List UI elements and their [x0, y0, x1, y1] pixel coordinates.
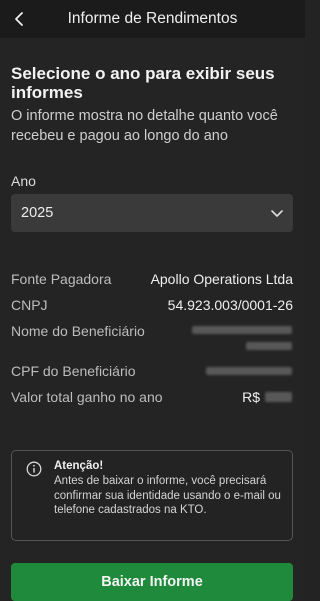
beneficiary-name-redacted-line2 — [246, 342, 292, 350]
total-label: Valor total ganho no ano — [11, 389, 163, 405]
cnpj-value: 54.923.003/0001-26 — [167, 297, 293, 313]
section-description: O informe mostra no detalhe quanto você … — [11, 108, 278, 144]
total-currency: R$ — [242, 389, 260, 405]
cpf-label: CPF do Beneficiário — [11, 363, 136, 379]
chevron-down-icon — [270, 206, 284, 220]
top-bar: Informe de Rendimentos — [0, 0, 305, 38]
page-title: Informe de Rendimentos — [67, 10, 238, 27]
warning-text: Antes de baixar o informe, você precisar… — [54, 475, 281, 516]
section-title: Selecione o ano para exibir seus informe… — [11, 64, 275, 102]
total-value-redacted — [265, 392, 292, 402]
year-select[interactable]: 2025 — [11, 194, 293, 232]
warning-title: Atenção! — [54, 460, 104, 472]
download-report-button[interactable]: Baixar Informe — [11, 563, 293, 601]
payer-label: Fonte Pagadora — [11, 271, 112, 287]
year-label: Ano — [11, 173, 36, 189]
info-icon — [26, 461, 42, 477]
beneficiary-label: Nome do Beneficiário — [11, 323, 145, 339]
main-content: Selecione o ano para exibir seus informe… — [0, 38, 305, 601]
cpf-value-redacted — [206, 367, 292, 375]
cnpj-label: CNPJ — [11, 297, 48, 313]
beneficiary-name-redacted — [192, 326, 292, 334]
payer-value: Apollo Operations Ltda — [150, 271, 293, 287]
year-select-value: 2025 — [21, 205, 54, 221]
warning-box: Atenção! Antes de baixar o informe, você… — [11, 450, 293, 541]
